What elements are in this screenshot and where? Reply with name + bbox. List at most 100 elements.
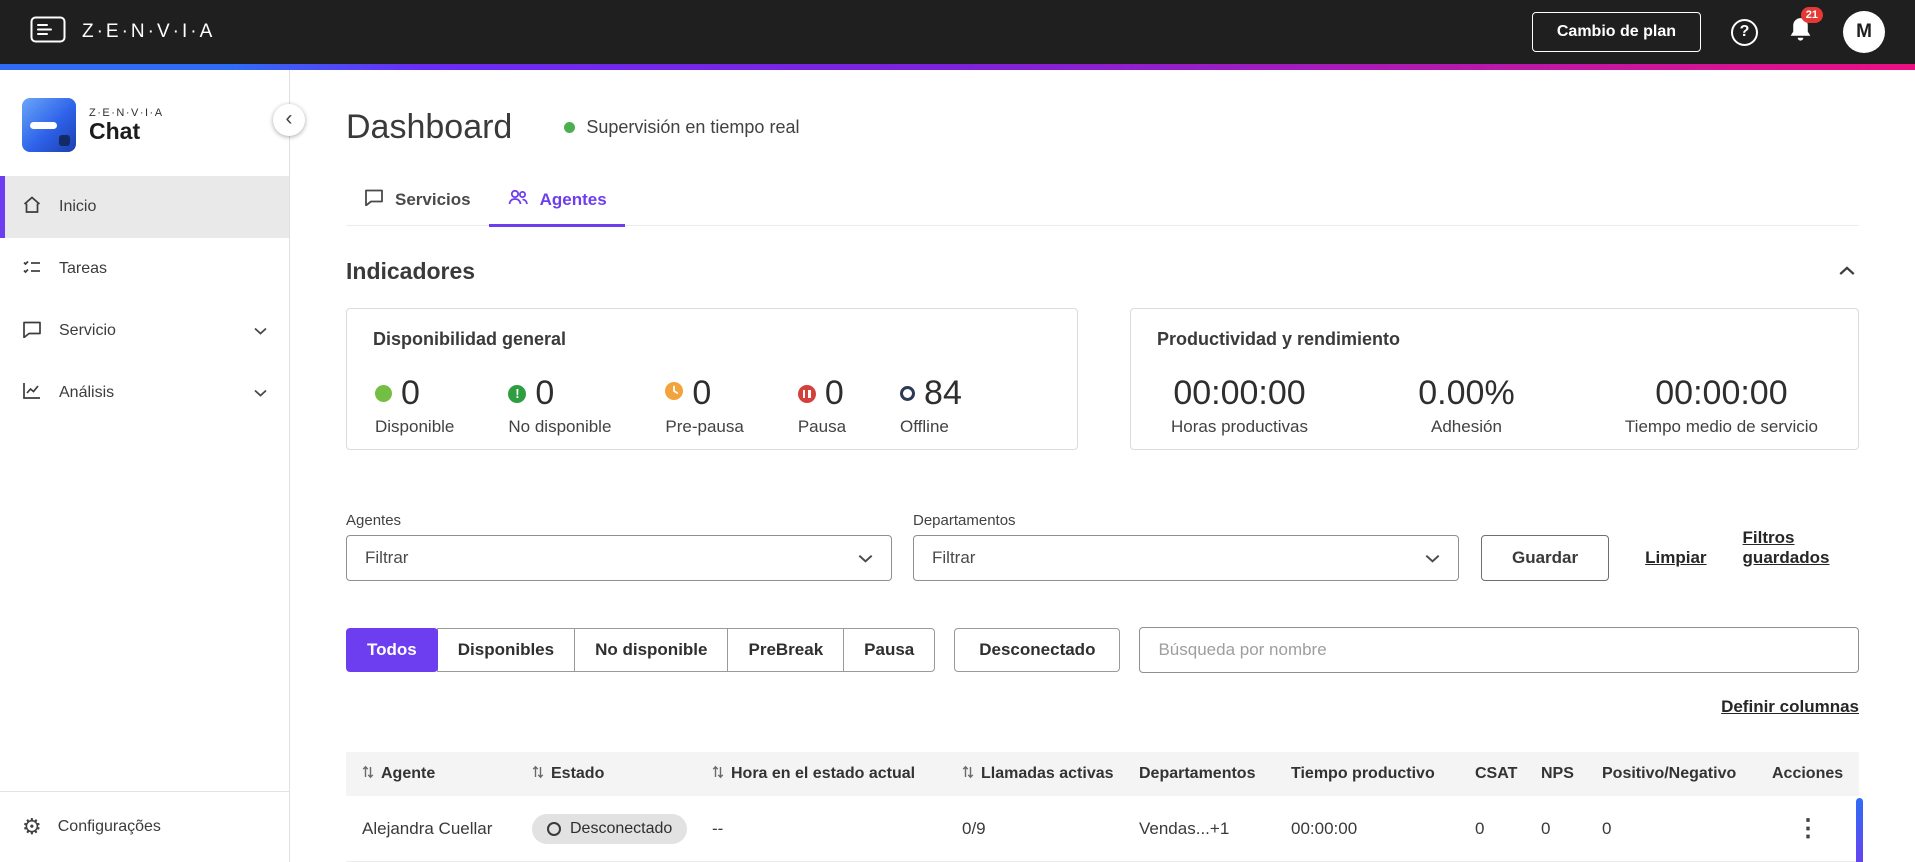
live-dot-icon <box>564 121 576 133</box>
sidebar-item-analisis[interactable]: Análisis <box>0 362 289 424</box>
app-root: Z·E·N·V·I·A Cambio de plan ? 21 M ‹ Z·E·… <box>0 0 1915 862</box>
stat-value: 84 <box>924 374 962 412</box>
cell-productive-time: 00:00:00 <box>1291 818 1358 838</box>
user-avatar[interactable]: M <box>1843 11 1885 53</box>
indicators-title: Indicadores <box>346 257 476 284</box>
status-filter-prebreak[interactable]: PreBreak <box>727 628 845 672</box>
table-row: Alejandra Cuellar Desconectado -- 0/9 Ve… <box>346 796 1859 862</box>
agents-table: Agente Estado Hora en el estado actual L… <box>346 752 1863 862</box>
notification-badge: 21 <box>1800 7 1823 23</box>
live-status: Supervisión en tiempo real <box>564 117 799 138</box>
change-plan-button[interactable]: Cambio de plan <box>1531 12 1701 52</box>
status-filter-pausa[interactable]: Pausa <box>843 628 936 672</box>
cell-time-in-status: -- <box>712 818 724 838</box>
chat-logo-bar <box>30 122 57 129</box>
sidebar-item-inicio[interactable]: Inicio <box>0 176 289 238</box>
tab-servicios[interactable]: Servicios <box>346 178 489 225</box>
active-indicator <box>0 176 5 238</box>
table-header-row: Agente Estado Hora en el estado actual L… <box>346 752 1859 796</box>
saved-filters-link[interactable]: Filtros guardados <box>1743 528 1859 568</box>
bell-icon <box>1788 18 1813 47</box>
productivity-stats: 00:00:00 Horas productivas 0.00% Adhesió… <box>1157 374 1832 437</box>
column-header-estado[interactable]: Estado <box>532 765 712 784</box>
availability-card-title: Disponibilidad general <box>373 329 567 349</box>
tab-bar: Servicios Agentes <box>346 178 1859 227</box>
gear-icon: ⚙ <box>22 814 42 839</box>
chat-bubble-icon <box>22 320 42 343</box>
notifications-button[interactable]: 21 <box>1788 7 1823 48</box>
column-header-csat: CSAT <box>1475 765 1541 783</box>
stat-offline: 84 Offline <box>900 374 962 437</box>
stat-value: 00:00:00 <box>1173 374 1306 412</box>
chevron-up-icon[interactable] <box>1835 262 1859 280</box>
status-filter-disponibles[interactable]: Disponibles <box>436 628 576 672</box>
chevron-down-icon <box>254 327 267 335</box>
available-dot-icon <box>375 385 392 402</box>
status-badge-label: Desconectado <box>570 819 673 837</box>
product-logo-text: Z·E·N·V·I·A Chat <box>89 107 164 143</box>
chevron-down-icon <box>858 548 873 568</box>
departments-filter-select[interactable]: Filtrar <box>913 535 1459 581</box>
indicator-cards: Disponibilidad general 0 Disponible ! 0 … <box>346 308 1859 450</box>
stat-label: Disponible <box>375 417 455 436</box>
status-filter-group: Todos Disponibles No disponible PreBreak… <box>346 628 936 672</box>
brand-name: Z·E·N·V·I·A <box>82 21 216 42</box>
sidebar-item-label: Análisis <box>59 384 115 401</box>
sidebar-item-configuracoes[interactable]: ⚙ Configurações <box>0 792 289 862</box>
page-header: Dashboard Supervisión en tiempo real <box>346 106 1859 148</box>
save-button[interactable]: Guardar <box>1481 535 1610 581</box>
table-scrollbar[interactable] <box>1856 798 1863 862</box>
sidebar-item-tareas[interactable]: Tareas <box>0 238 289 300</box>
brand: Z·E·N·V·I·A <box>30 16 215 48</box>
cell-agent-name: Alejandra Cuellar <box>362 818 493 838</box>
status-filter-no-disponible[interactable]: No disponible <box>574 628 729 672</box>
column-header-agente[interactable]: Agente <box>362 765 532 784</box>
tab-agentes[interactable]: Agentes <box>488 178 625 227</box>
stat-horas-productivas: 00:00:00 Horas productivas <box>1171 374 1308 437</box>
offline-ring-icon <box>900 386 916 401</box>
departments-filter-label: Departamentos <box>913 512 1016 529</box>
status-filter-todos[interactable]: Todos <box>346 628 438 672</box>
row-actions-kebab-icon[interactable]: ⋮ <box>1772 816 1843 841</box>
sort-icon <box>362 765 374 784</box>
clear-link[interactable]: Limpiar <box>1645 548 1706 568</box>
sidebar-collapse-button[interactable]: ‹ <box>273 104 305 136</box>
chat-bubble-icon <box>364 188 384 211</box>
stat-label: Pre-pausa <box>665 417 744 436</box>
live-status-label: Supervisión en tiempo real <box>586 116 800 137</box>
agents-filter-select[interactable]: Filtrar <box>346 535 892 581</box>
sidebar-nav: Inicio Tareas Servicio Análisis <box>0 176 289 424</box>
zenvia-logo-icon <box>30 16 66 48</box>
column-label: CSAT <box>1475 765 1518 782</box>
column-header-hora-estado[interactable]: Hora en el estado actual <box>712 765 962 784</box>
column-header-llamadas[interactable]: Llamadas activas <box>962 765 1139 784</box>
stat-label: Adhesión <box>1431 417 1502 436</box>
topbar-actions: Cambio de plan ? 21 M <box>1531 7 1885 53</box>
column-header-nps: NPS <box>1541 765 1602 783</box>
column-label: Positivo/Negativo <box>1602 765 1737 782</box>
topbar: Z·E·N·V·I·A Cambio de plan ? 21 M <box>0 0 1915 64</box>
stat-label: Pausa <box>797 417 847 436</box>
help-icon[interactable]: ? <box>1731 18 1758 46</box>
sort-icon <box>532 765 544 784</box>
stat-value: 0 <box>401 374 420 412</box>
select-value: Filtrar <box>365 548 409 567</box>
sidebar-item-label: Tareas <box>59 260 108 277</box>
stat-value: 0.00% <box>1418 374 1515 412</box>
search-input[interactable] <box>1139 627 1859 673</box>
column-header-departamentos: Departamentos <box>1139 765 1291 783</box>
agents-filter-label: Agentes <box>346 512 402 529</box>
sidebar-item-servicio[interactable]: Servicio <box>0 300 289 362</box>
define-columns-link[interactable]: Definir columnas <box>1721 697 1859 716</box>
unavailable-icon: ! <box>508 384 527 403</box>
main-content: Dashboard Supervisión en tiempo real Ser… <box>290 70 1915 862</box>
tab-label: Agentes <box>539 189 607 209</box>
page-title: Dashboard <box>346 107 513 146</box>
product-logo-name: Chat <box>89 117 141 144</box>
status-filter-desconectado[interactable]: Desconectado <box>954 628 1121 672</box>
stat-value: 0 <box>824 374 844 412</box>
stat-label: No disponible <box>508 417 612 436</box>
agents-filter-field: Agentes Filtrar <box>346 512 892 581</box>
column-header-tiempo-productivo: Tiempo productivo <box>1291 765 1475 783</box>
tasks-icon <box>22 258 42 281</box>
